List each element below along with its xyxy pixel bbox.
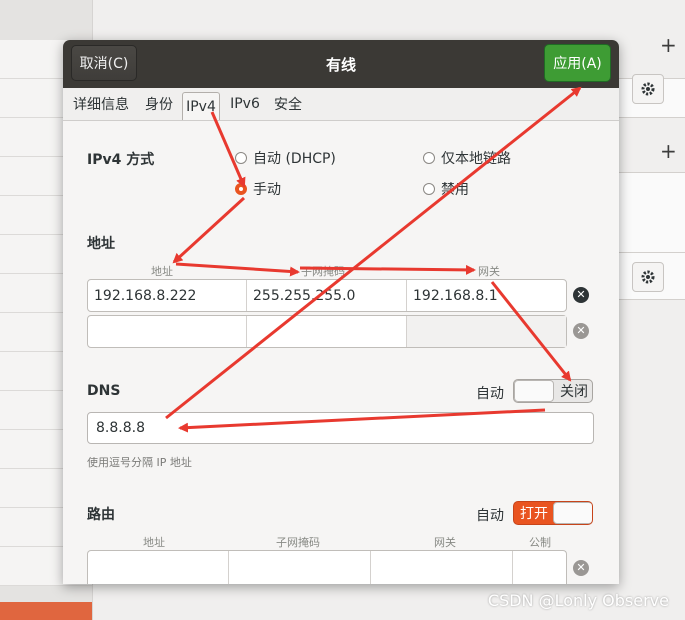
delete-address-icon[interactable]: ✕ [573, 323, 589, 339]
tab-ipv6[interactable]: IPv6 [228, 93, 262, 115]
dns-auto-switch[interactable]: 关闭 [513, 379, 593, 403]
watermark: CSDN @Lonly Observe [487, 591, 669, 610]
radio-manual[interactable]: 手动 [235, 179, 281, 199]
delete-route-icon[interactable]: ✕ [573, 560, 589, 576]
switch-knob [514, 380, 554, 402]
route-netmask-input[interactable] [229, 551, 371, 584]
tab-details[interactable]: 详细信息 [68, 93, 134, 115]
tab-ipv4[interactable]: IPv4 [182, 92, 220, 120]
switch-knob [553, 502, 592, 524]
route-address-input[interactable] [88, 551, 229, 584]
dns-auto-label: 自动 [476, 386, 504, 402]
wired-settings-dialog: 取消(C) 有线 应用(A) 详细信息 身份 IPv4 IPv6 安全 IPv4… [63, 40, 619, 584]
delete-address-icon[interactable]: ✕ [573, 287, 589, 303]
radio-indicator-selected [235, 183, 247, 195]
tab-security[interactable]: 安全 [269, 93, 307, 115]
sidebar-item-selected[interactable] [0, 602, 92, 620]
tab-identity[interactable]: 身份 [141, 93, 177, 115]
radio-link-local[interactable]: 仅本地链路 [423, 148, 511, 168]
apply-button[interactable]: 应用(A) [544, 44, 611, 82]
radio-label: 自动 (DHCP) [253, 151, 336, 167]
address-row: 192.168.8.222 255.255.255.0 192.168.8.1 [87, 279, 567, 312]
radio-label: 仅本地链路 [441, 151, 511, 167]
gateway-input[interactable] [407, 316, 566, 347]
gear-icon[interactable] [632, 262, 664, 292]
radio-disabled[interactable]: 禁用 [423, 179, 469, 199]
address-input[interactable]: 192.168.8.222 [88, 280, 247, 311]
radio-auto-dhcp[interactable]: 自动 (DHCP) [235, 148, 336, 168]
switch-state-label: 关闭 [560, 384, 588, 400]
add-connection-icon[interactable]: + [660, 139, 677, 163]
gateway-input[interactable]: 192.168.8.1 [407, 280, 566, 311]
netmask-input[interactable]: 255.255.255.0 [247, 280, 407, 311]
routes-auto-label: 自动 [476, 508, 504, 524]
dns-hint: 使用逗号分隔 IP 地址 [87, 456, 192, 469]
route-row [87, 550, 567, 584]
address-input[interactable] [88, 316, 247, 347]
route-gateway-input[interactable] [371, 551, 513, 584]
address-section-label: 地址 [87, 236, 115, 252]
column-header-netmask: 子网掩码 [301, 265, 345, 278]
radio-label: 手动 [253, 182, 281, 198]
routes-label: 路由 [87, 507, 115, 523]
route-metric-input[interactable] [513, 551, 566, 584]
column-header-gateway: 网关 [478, 265, 500, 278]
route-column-gateway: 网关 [434, 536, 456, 549]
ipv4-method-label: IPv4 方式 [87, 152, 155, 168]
radio-indicator [235, 152, 247, 164]
dialog-titlebar: 取消(C) 有线 应用(A) [63, 40, 619, 88]
radio-label: 禁用 [441, 182, 469, 198]
radio-indicator [423, 152, 435, 164]
connection-card [618, 172, 685, 254]
radio-indicator [423, 183, 435, 195]
routes-auto-switch[interactable]: 打开 [513, 501, 593, 525]
route-column-metric: 公制 [529, 536, 551, 549]
gear-icon[interactable] [632, 74, 664, 104]
netmask-input[interactable] [247, 316, 407, 347]
cancel-button[interactable]: 取消(C) [71, 45, 137, 81]
add-connection-icon[interactable]: + [660, 33, 677, 57]
ipv4-panel: IPv4 方式 自动 (DHCP) 仅本地链路 手动 禁用 地址 地址 子网掩码… [63, 121, 619, 584]
tab-bar: 详细信息 身份 IPv4 IPv6 安全 [63, 88, 619, 121]
dialog-title: 有线 [325, 56, 356, 74]
route-column-address: 地址 [143, 536, 165, 549]
dns-label: DNS [87, 383, 121, 399]
address-row-empty [87, 315, 567, 348]
switch-state-label: 打开 [520, 506, 548, 522]
dns-input[interactable]: 8.8.8.8 [87, 412, 594, 444]
column-header-address: 地址 [151, 265, 173, 278]
route-column-netmask: 子网掩码 [276, 536, 320, 549]
